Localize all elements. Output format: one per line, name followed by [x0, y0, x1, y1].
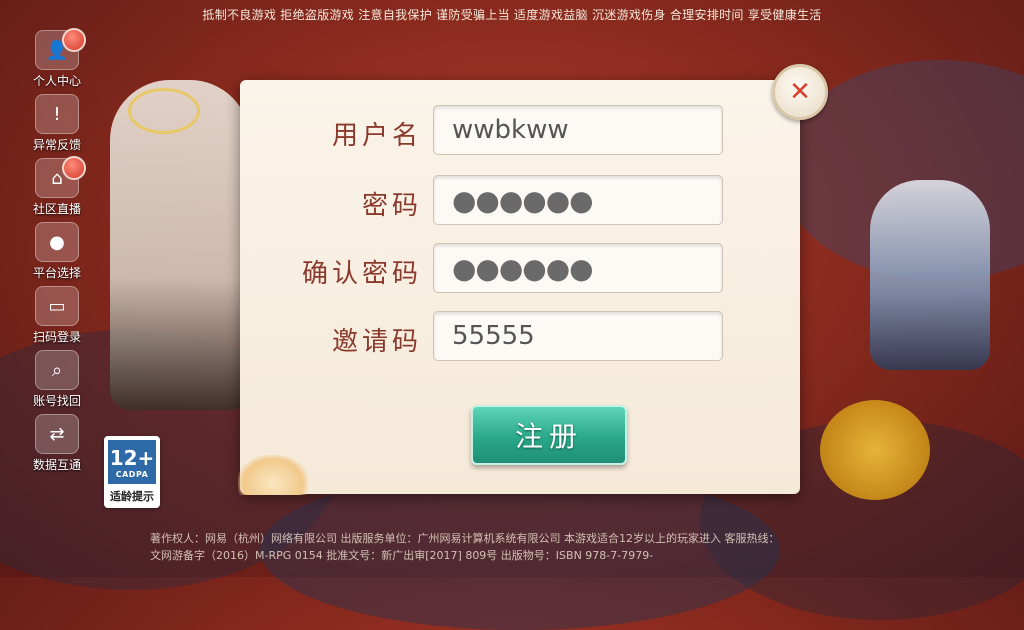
age-rating-label: 适龄提示 — [110, 490, 154, 503]
register-dialog: 用户名 wwbkww 密码 ●●●●●● 确认密码 ●●●●●● 邀请码 555… — [240, 80, 800, 494]
username-row: 用户名 wwbkww — [240, 105, 800, 157]
age-rating-badge[interactable]: 12+ CADPA 适龄提示 — [104, 436, 160, 508]
password-label: 密码 — [361, 191, 422, 221]
sync-icon: ⇄ — [35, 414, 79, 454]
age-rating-number: 12+ — [109, 445, 155, 470]
health-notice: 抵制不良游戏 拒绝盗版游戏 注意自我保护 谨防受骗上当 适度游戏益脑 沉迷游戏伤… — [202, 8, 822, 22]
sidebar-item-label: 异常反馈 — [32, 138, 81, 152]
confirm-password-input[interactable]: ●●●●●● — [433, 243, 723, 293]
scan-icon: ▭ — [35, 286, 79, 326]
invite-code-row: 邀请码 55555 — [240, 311, 800, 363]
invite-code-input[interactable]: 55555 — [433, 311, 723, 361]
age-rating-org: CADPA — [115, 469, 149, 479]
apple-icon: ● — [35, 222, 79, 262]
sidebar-item-account-recovery[interactable]: ⌕ 账号找回 — [22, 350, 92, 412]
sidebar-item-label: 平台选择 — [32, 266, 81, 280]
username-label: 用户名 — [331, 121, 422, 151]
background-halo — [128, 88, 200, 134]
sidebar-item-scan-login[interactable]: ▭ 扫码登录 — [22, 286, 92, 348]
sidebar-item-label: 社区直播 — [32, 202, 81, 216]
copyright-line: 著作权人：网易（杭州）网络有限公司 出版服务单位：广州网易计算机系统有限公司 本… — [150, 532, 780, 545]
age-rating-box: 12+ CADPA — [108, 440, 156, 484]
sidebar-item-profile[interactable]: 👤 个人中心 — [22, 28, 92, 92]
close-button[interactable]: ✕ — [772, 64, 828, 120]
sidebar-item-label: 账号找回 — [32, 394, 81, 408]
copyright-line: 文网游备字（2016）M-RPG 0154 批准文号：新广出审[2017] 80… — [150, 549, 654, 562]
password-row: 密码 ●●●●●● — [240, 175, 800, 227]
sidebar-item-community[interactable]: ⌂ 社区直播 — [22, 156, 92, 220]
lotus-decoration — [238, 455, 308, 495]
sidebar-item-label: 扫码登录 — [32, 330, 81, 344]
notification-badge — [62, 28, 86, 52]
confirm-password-row: 确认密码 ●●●●●● — [240, 243, 800, 295]
register-button[interactable]: 注册 — [471, 405, 627, 465]
notification-badge — [62, 156, 86, 180]
copyright-info: 著作权人：网易（杭州）网络有限公司 出版服务单位：广州网易计算机系统有限公司 本… — [150, 530, 910, 564]
sidebar-item-data-sync[interactable]: ⇄ 数据互通 — [22, 414, 92, 476]
background-lion — [820, 400, 930, 500]
sidebar-item-label: 数据互通 — [32, 458, 81, 472]
sidebar-item-label: 个人中心 — [32, 74, 81, 88]
username-input[interactable]: wwbkww — [433, 105, 723, 155]
confirm-password-label: 确认密码 — [301, 259, 422, 289]
sidebar: 👤 个人中心 ! 异常反馈 ⌂ 社区直播 ● 平台选择 ▭ 扫码登录 ⌕ 账号找… — [22, 28, 92, 478]
password-input[interactable]: ●●●●●● — [433, 175, 723, 225]
search-account-icon: ⌕ — [35, 350, 79, 390]
close-icon: ✕ — [789, 77, 811, 107]
background-character-right — [870, 180, 990, 370]
invite-code-label: 邀请码 — [331, 327, 422, 357]
sidebar-item-feedback[interactable]: ! 异常反馈 — [22, 94, 92, 156]
sidebar-item-platform[interactable]: ● 平台选择 — [22, 222, 92, 284]
feedback-icon: ! — [35, 94, 79, 134]
